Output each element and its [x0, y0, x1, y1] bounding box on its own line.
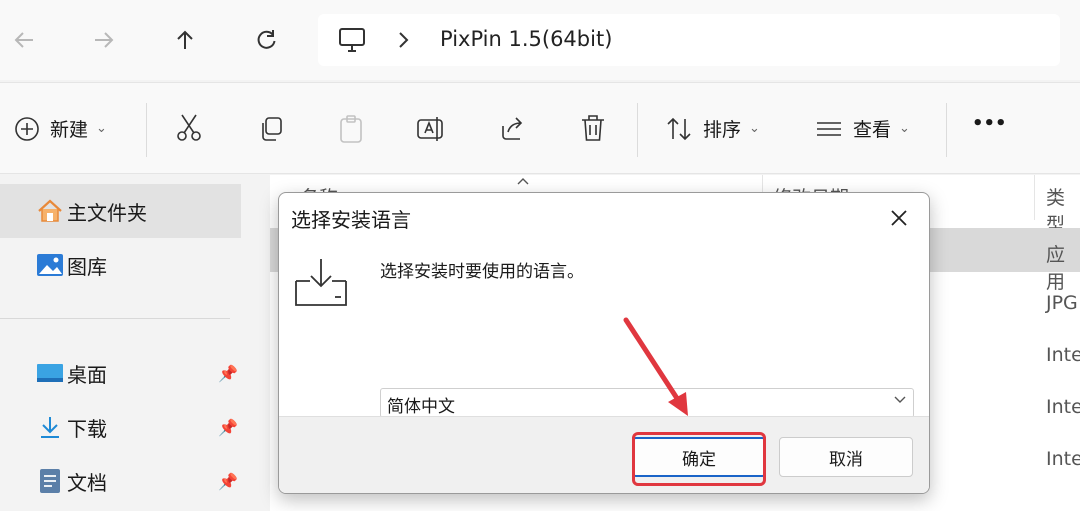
- share-button[interactable]: [499, 114, 527, 142]
- back-button[interactable]: [4, 20, 44, 60]
- annotation-arrow-icon: [623, 317, 688, 416]
- sort-button[interactable]: 排序 ⌄: [665, 115, 760, 142]
- cancel-button[interactable]: 取消: [779, 437, 913, 477]
- selected-row-edge: [270, 228, 278, 272]
- type-cell: Inte: [1046, 344, 1080, 366]
- divider: [146, 103, 147, 157]
- address-bar[interactable]: [318, 14, 1060, 66]
- dialog-message: 选择安装时要使用的语言。: [380, 262, 584, 282]
- sidebar-item-gallery[interactable]: 图库: [0, 238, 241, 292]
- sort-indicator-icon: [516, 171, 530, 190]
- sidebar-item-home[interactable]: 主文件夹: [0, 184, 241, 238]
- sidebar-item-label: 主文件夹: [67, 200, 147, 225]
- arrow-right-icon: [95, 32, 114, 48]
- type-cell: JPG: [1046, 292, 1078, 314]
- arrow-up-icon: [177, 30, 193, 49]
- desktop-icon: [36, 359, 64, 387]
- chevron-down-icon: ⌄: [899, 121, 910, 136]
- address-row: PixPin 1.5(64bit): [0, 0, 1080, 80]
- divider: [946, 103, 947, 157]
- share-icon: [502, 117, 523, 140]
- sidebar-item-documents[interactable]: 文档 📌: [0, 454, 241, 508]
- sidebar-item-downloads[interactable]: 下载 📌: [0, 400, 241, 454]
- documents-icon: [36, 467, 64, 495]
- language-select-value: 简体中文: [387, 397, 455, 417]
- dialog-title: 选择安装语言: [291, 208, 411, 232]
- divider: [637, 103, 638, 157]
- navigation-pane: 主文件夹 图库 桌面 📌 下载 📌 文档 📌: [0, 175, 270, 511]
- paste-button[interactable]: [338, 114, 364, 144]
- sidebar-item-label: 文档: [67, 470, 107, 495]
- dialog-close-button[interactable]: [882, 201, 916, 235]
- chevron-down-icon: ⌄: [749, 121, 760, 136]
- pin-icon[interactable]: 📌: [218, 418, 238, 437]
- forward-button[interactable]: [84, 20, 124, 60]
- chevron-down-icon: [893, 394, 907, 408]
- close-icon: [891, 210, 907, 226]
- sidebar-divider: [0, 318, 230, 319]
- more-options-button[interactable]: •••: [972, 113, 1007, 134]
- list-view-icon: [817, 121, 841, 136]
- gallery-icon: [36, 251, 64, 279]
- cut-button[interactable]: [175, 113, 203, 143]
- copy-icon: [262, 117, 282, 141]
- breadcrumb-path[interactable]: PixPin 1.5(64bit): [440, 27, 612, 51]
- trash-icon: [582, 115, 604, 141]
- refresh-icon: [257, 30, 276, 49]
- refresh-button[interactable]: [246, 20, 286, 60]
- command-bar: 新建 ⌄ 排序 ⌄ 查看 ⌄ •••: [0, 82, 1080, 174]
- type-cell: 应用: [1046, 244, 1066, 293]
- sidebar-item-label: 桌面: [67, 362, 107, 387]
- copy-button[interactable]: [257, 115, 285, 143]
- clipboard-icon: [340, 115, 362, 143]
- new-button[interactable]: 新建 ⌄: [14, 115, 107, 142]
- sort-label: 排序: [703, 119, 742, 141]
- column-divider[interactable]: [1034, 175, 1035, 220]
- computer-icon: [336, 24, 368, 60]
- scissors-icon: [177, 114, 201, 141]
- type-cell: Inte: [1046, 396, 1080, 418]
- arrow-left-icon: [14, 32, 33, 48]
- rename-button[interactable]: [416, 114, 446, 144]
- install-download-icon: [293, 255, 349, 313]
- pin-icon[interactable]: 📌: [218, 364, 238, 383]
- new-label: 新建: [50, 119, 89, 141]
- view-label: 查看: [853, 119, 892, 141]
- sidebar-item-label: 图库: [67, 254, 107, 279]
- up-button[interactable]: [165, 20, 205, 60]
- breadcrumb-chevron-icon: [396, 28, 412, 56]
- chevron-down-icon: ⌄: [96, 121, 107, 136]
- sort-arrows-icon: [667, 117, 691, 140]
- language-dialog: 选择安装语言 选择安装时要使用的语言。 简体中文 确定 取消: [278, 192, 930, 494]
- download-icon: [36, 413, 64, 441]
- highlight-box: [632, 432, 766, 486]
- dialog-footer: 确定 取消: [279, 416, 929, 493]
- pin-icon[interactable]: 📌: [218, 472, 238, 491]
- home-icon: [36, 197, 64, 225]
- sidebar-item-label: 下载: [67, 416, 107, 441]
- view-button[interactable]: 查看 ⌄: [815, 115, 910, 142]
- delete-button[interactable]: [580, 113, 606, 143]
- type-cell: Inte: [1046, 448, 1080, 470]
- rename-icon: [417, 117, 443, 141]
- dialog-body: 选择安装时要使用的语言。 简体中文: [279, 239, 929, 418]
- sidebar-item-desktop[interactable]: 桌面 📌: [0, 346, 241, 400]
- plus-circle-icon: [15, 116, 39, 141]
